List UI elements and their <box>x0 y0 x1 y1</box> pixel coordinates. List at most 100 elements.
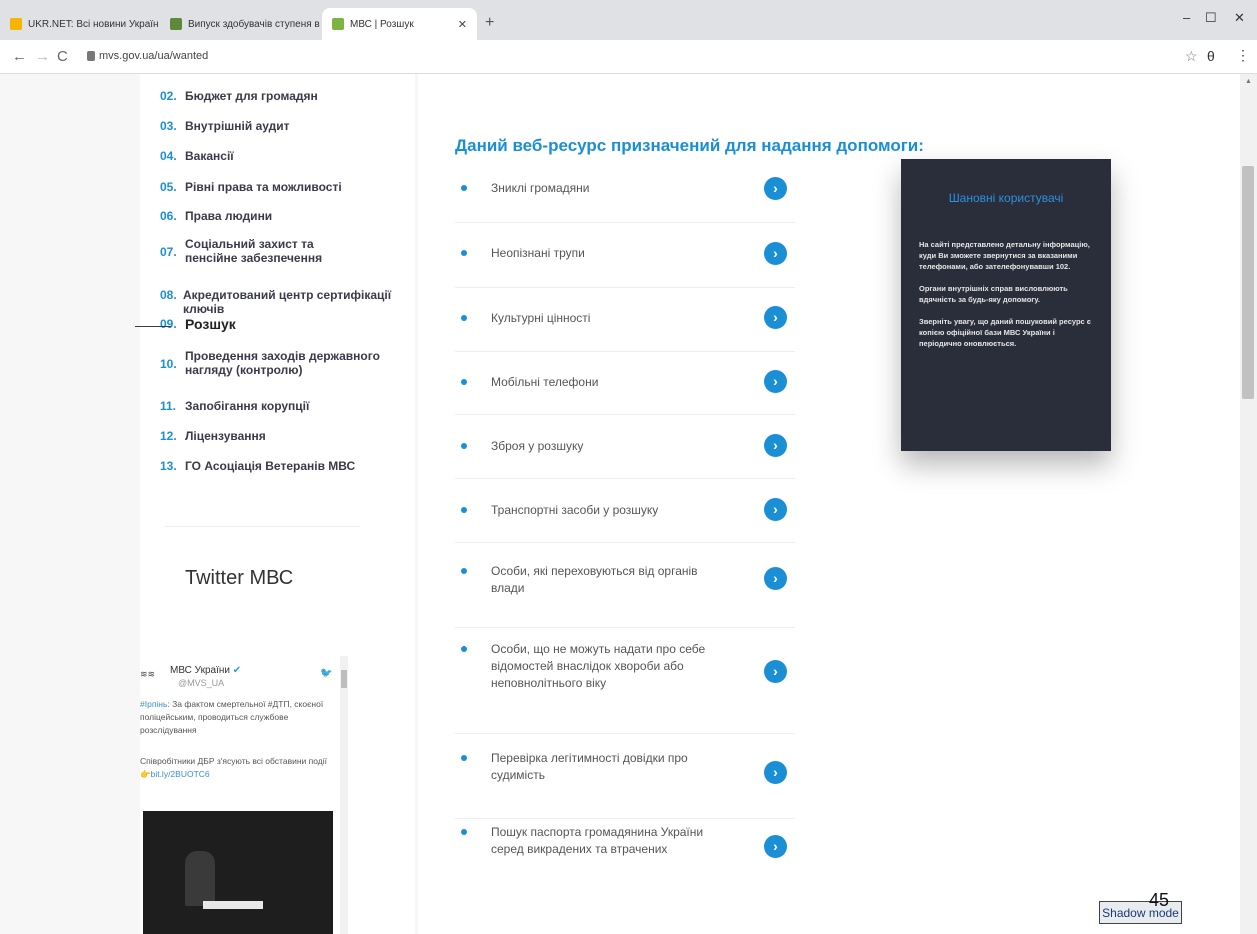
tab-vypusk[interactable]: Випуск здобувачів ступеня ви ✕ <box>160 8 320 40</box>
sidebar-item-licensing[interactable]: 12. Ліцензування <box>160 429 266 443</box>
sidebar-item-key-certification[interactable]: 08. Акредитований центр сертифікації клю… <box>160 288 415 316</box>
item-number: 03. <box>160 119 177 133</box>
page-scrollbar-thumb[interactable] <box>1242 166 1254 399</box>
author-name-text: МВС України <box>170 665 230 676</box>
item-number: 10. <box>160 357 177 371</box>
sidebar-item-wanted[interactable]: 09. Розшук <box>135 317 236 331</box>
close-window-button[interactable]: ✕ <box>1234 10 1245 26</box>
item-label: Перевірка легітимності довідки про судим… <box>491 751 688 782</box>
tweet-link[interactable]: bit.ly/2BUOTC6 <box>151 769 210 779</box>
sidebar-item-anti-corruption[interactable]: 11. Запобігання корупції <box>160 399 309 413</box>
twitter-bird-icon[interactable]: 🐦 <box>320 668 332 679</box>
tweet-hashtag[interactable]: #Ірпінь <box>140 699 167 709</box>
chevron-right-icon[interactable]: › <box>764 177 787 200</box>
notice-panel: Шановні користувачі На сайті представлен… <box>901 159 1111 451</box>
notice-paragraph: Органи внутрішніх справ висловлюють вдяч… <box>919 284 1068 304</box>
page-content: 02. Бюджет для громадян 03. Внутрішній а… <box>0 74 1240 934</box>
item-number: 07. <box>160 245 177 259</box>
twitter-heading: Twitter МВС <box>185 567 294 589</box>
notice-paragraph: Зверніть увагу, що даний пошуковий ресур… <box>919 317 1091 348</box>
page-number: 45 <box>1149 890 1170 910</box>
chevron-right-icon[interactable]: › <box>764 498 787 521</box>
item-label: Внутрішній аудит <box>185 119 290 133</box>
bookmark-star-icon[interactable]: ☆ <box>1185 48 1198 65</box>
tweet-avatar[interactable]: ≋≋ <box>140 669 155 680</box>
vypusk-favicon-icon <box>170 18 182 30</box>
lock-icon <box>87 51 95 61</box>
tweet-image[interactable] <box>143 811 333 934</box>
item-label: Неопізнані трупи <box>491 246 585 260</box>
reload-button[interactable]: C <box>57 48 68 65</box>
item-label: Зниклі громадяни <box>491 181 590 195</box>
verified-badge-icon: ✔ <box>232 665 242 676</box>
sidebar-item-equal-rights[interactable]: 05. Рівні права та можливості <box>160 180 342 194</box>
bullet-icon <box>461 829 467 835</box>
tweet-body: : За фактом смертельної #ДТП, скоєної по… <box>140 699 324 735</box>
bullet-icon <box>461 185 467 191</box>
active-indicator <box>135 326 171 327</box>
pointing-hand-icon: 👉 <box>140 769 151 779</box>
maximize-button[interactable]: ☐ <box>1205 10 1217 26</box>
item-label: Права людини <box>185 209 273 223</box>
forward-button[interactable]: → <box>35 48 50 65</box>
browser-menu-icon[interactable]: ⋮ <box>1236 47 1250 64</box>
tab-label: МВС | Розшук <box>350 18 414 30</box>
sidebar-item-human-rights[interactable]: 06. Права людини <box>160 209 272 223</box>
chevron-right-icon[interactable]: › <box>764 761 787 784</box>
chevron-right-icon[interactable]: › <box>764 835 787 858</box>
item-label: Ліцензування <box>185 429 266 443</box>
twitter-widget: ≋≋ МВС України ✔ @MVS_UA 🐦 #Ірпінь: За ф… <box>140 652 352 934</box>
item-number: 12. <box>160 429 177 443</box>
list-item[interactable]: Особи, які переховуються від органів вла… <box>455 543 795 628</box>
list-item[interactable]: Пошук паспорта громадянина України серед… <box>455 819 795 907</box>
list-item[interactable]: Перевірка легітимності довідки про судим… <box>455 734 795 819</box>
item-label: Запобігання корупції <box>185 399 310 413</box>
back-button[interactable]: ← <box>12 48 27 65</box>
tweet-author-handle[interactable]: @MVS_UA <box>178 678 224 688</box>
tab-close-icon[interactable]: ✕ <box>458 18 467 31</box>
shadow-mode-button[interactable]: Shadow mode <box>1099 901 1182 924</box>
main-content: Даний веб-ресурс призначений для надання… <box>418 74 1240 934</box>
scroll-up-arrow-icon[interactable]: ▲ <box>1245 78 1252 85</box>
item-number: 09. <box>160 317 177 331</box>
tweet-author-name[interactable]: МВС України ✔ <box>170 665 241 676</box>
item-label: Зброя у розшуку <box>491 439 584 453</box>
new-tab-button[interactable]: + <box>485 14 494 32</box>
left-sidebar: 02. Бюджет для громадян 03. Внутрішній а… <box>135 74 415 934</box>
sidebar-item-vacancies[interactable]: 04. Вакансії <box>160 149 234 163</box>
sidebar-item-audit[interactable]: 03. Внутрішній аудит <box>160 119 290 133</box>
list-item[interactable]: Транспортні засоби у розшуку › <box>455 479 795 543</box>
url-input[interactable]: mvs.gov.ua/ua/wanted <box>99 50 208 62</box>
image-stripe <box>203 901 263 909</box>
sidebar-item-state-supervision[interactable]: 10. Проведення заходів державного нагляд… <box>160 349 400 377</box>
chevron-right-icon[interactable]: › <box>764 242 787 265</box>
notice-paragraph: На сайті представлено детальну інформаці… <box>919 240 1090 271</box>
item-label: Культурні цінності <box>491 311 591 325</box>
chevron-right-icon[interactable]: › <box>764 370 787 393</box>
item-number: 06. <box>160 209 177 223</box>
list-item[interactable]: Зниклі громадяни › <box>455 159 795 223</box>
tweet-text-2: Співробітники ДБР з'ясують всі обставини… <box>140 755 336 781</box>
list-item[interactable]: Неопізнані трупи › <box>455 223 795 288</box>
item-label: Рівні права та можливості <box>185 180 342 194</box>
list-item[interactable]: Культурні цінності › <box>455 288 795 352</box>
chevron-right-icon[interactable]: › <box>764 306 787 329</box>
sidebar-item-social-protection[interactable]: 07. Соціальний захист та пенсійне забезп… <box>160 237 390 265</box>
widget-scrollbar-thumb[interactable] <box>341 670 347 688</box>
page-scrollbar[interactable]: ▲ <box>1240 74 1257 934</box>
widget-scrollbar[interactable] <box>340 656 348 934</box>
item-label: ГО Асоціація Ветеранів МВС <box>185 459 356 473</box>
list-item[interactable]: Зброя у розшуку › <box>455 415 795 479</box>
list-item[interactable]: Особи, що не можуть надати про себе відо… <box>455 628 795 734</box>
tab-mvs-rozshuk[interactable]: МВС | Розшук ✕ <box>322 8 477 40</box>
profile-icon[interactable]: θ <box>1207 48 1215 64</box>
chevron-right-icon[interactable]: › <box>764 567 787 590</box>
chevron-right-icon[interactable]: › <box>764 660 787 683</box>
item-number: 02. <box>160 89 177 103</box>
list-item[interactable]: Мобільні телефони › <box>455 352 795 415</box>
tab-ukrnet[interactable]: UKR.NET: Всі новини України, о ✕ <box>0 8 158 40</box>
minimize-button[interactable]: – <box>1183 10 1190 25</box>
chevron-right-icon[interactable]: › <box>764 434 787 457</box>
sidebar-item-veterans[interactable]: 13. ГО Асоціація Ветеранів МВС <box>160 459 355 473</box>
sidebar-item-budget[interactable]: 02. Бюджет для громадян <box>160 89 318 103</box>
